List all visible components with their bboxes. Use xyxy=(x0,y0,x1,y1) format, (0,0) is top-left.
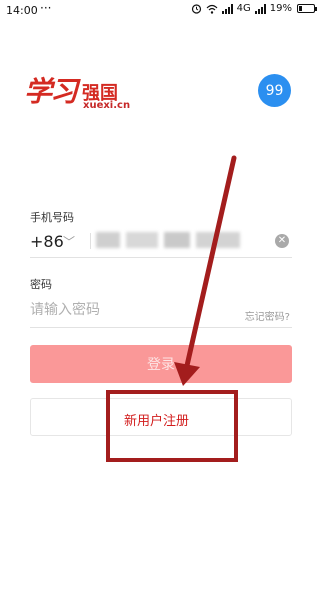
password-input[interactable] xyxy=(30,298,230,322)
logo-main-text: 学习 xyxy=(24,75,78,108)
register-label: 新用户注册 xyxy=(124,414,190,429)
forgot-password-link[interactable]: 忘记密码? xyxy=(245,308,290,323)
status-icons: 4G 19% xyxy=(191,3,317,14)
clear-icon[interactable]: ✕ xyxy=(275,234,289,248)
signal-icon xyxy=(254,3,266,14)
status-bar: 14:00 ··· 4G 19% xyxy=(0,0,321,22)
blurred-segment xyxy=(164,232,190,248)
chevron-down-icon[interactable]: ﹀ xyxy=(63,233,75,250)
logo-url-text: xuexi.cn xyxy=(83,100,131,111)
annotation-arrow xyxy=(183,155,237,373)
country-code[interactable]: +86 xyxy=(30,232,64,251)
phone-number-blurred[interactable] xyxy=(96,232,242,248)
signal-icon xyxy=(221,3,233,14)
blurred-segment xyxy=(96,232,120,248)
login-button[interactable]: 登录 xyxy=(30,345,292,383)
battery-level xyxy=(299,6,302,11)
alarm-icon xyxy=(191,4,201,14)
password-label: 密码 xyxy=(30,278,52,291)
phone-label: 手机号码 xyxy=(30,211,74,224)
network-type: 4G xyxy=(236,3,251,14)
avatar[interactable]: 99 xyxy=(258,74,291,107)
phone-field[interactable]: +86 ﹀ ✕ xyxy=(30,228,292,258)
password-row: 忘记密码? xyxy=(30,296,292,328)
divider xyxy=(90,233,91,249)
blurred-segment xyxy=(126,232,158,248)
blurred-segment xyxy=(196,232,240,248)
battery-icon xyxy=(297,4,317,13)
status-time: 14:00 xyxy=(6,4,38,17)
battery-percent: 19% xyxy=(269,3,292,14)
register-button[interactable]: 新用户注册 xyxy=(30,398,292,436)
status-more-icon: ··· xyxy=(40,1,52,15)
wifi-icon xyxy=(206,4,218,14)
xuexi-logo: 学习 强国 xuexi.cn xyxy=(24,70,134,112)
